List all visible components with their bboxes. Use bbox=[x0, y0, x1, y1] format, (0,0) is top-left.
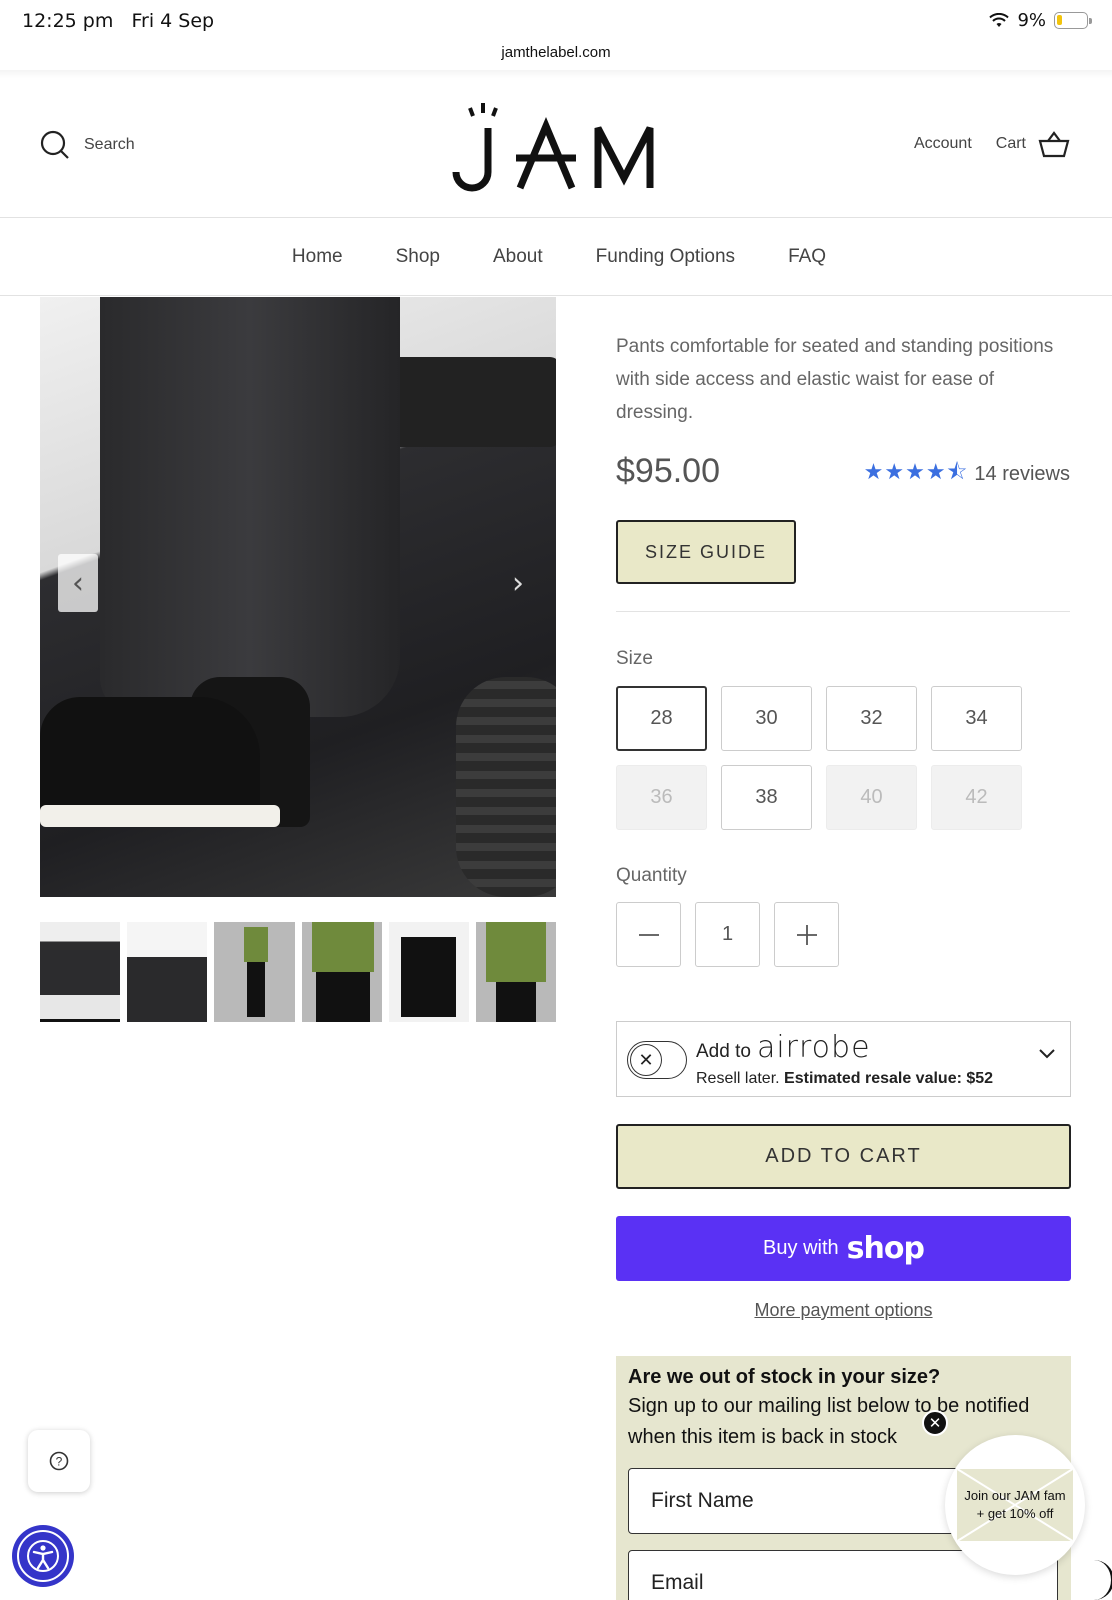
size-option-30[interactable]: 30 bbox=[721, 686, 812, 751]
airrobe-widget[interactable]: ✕ Add to airrobe Resell later. Estimated… bbox=[616, 1021, 1071, 1097]
size-options: 28 30 32 34 36 38 40 42 bbox=[616, 686, 1022, 830]
thumbnail-1[interactable] bbox=[40, 922, 121, 1022]
status-bar: 12:25 pm Fri 4 Sep 9% bbox=[0, 0, 1112, 44]
thumbnail-3[interactable] bbox=[214, 922, 295, 1022]
account-link[interactable]: Account bbox=[914, 135, 972, 153]
buy-with-shop-button[interactable]: Buy with shop bbox=[616, 1216, 1071, 1281]
shop-pay-logo: shop bbox=[846, 1231, 925, 1266]
loading-spinner-icon bbox=[1074, 1560, 1112, 1600]
nav-item-funding-options[interactable]: Funding Options bbox=[596, 246, 735, 268]
size-option-36[interactable]: 36 bbox=[616, 765, 707, 830]
quantity-label: Quantity bbox=[616, 865, 687, 886]
quantity-stepper: 1 bbox=[616, 902, 839, 967]
wifi-icon bbox=[989, 12, 1010, 27]
url-bar[interactable]: jamthelabel.com bbox=[0, 44, 1112, 61]
nav-item-about[interactable]: About bbox=[493, 246, 543, 268]
help-button[interactable]: ? bbox=[28, 1430, 90, 1492]
nav-item-faq[interactable]: FAQ bbox=[788, 246, 826, 268]
minus-icon bbox=[638, 933, 659, 936]
size-guide-button[interactable]: SIZE GUIDE bbox=[616, 520, 796, 584]
svg-text:?: ? bbox=[56, 1455, 63, 1469]
url-bar-divider bbox=[0, 70, 1112, 78]
plus-icon bbox=[796, 924, 817, 945]
divider bbox=[616, 611, 1070, 612]
buy-with-label: Buy with bbox=[763, 1237, 839, 1259]
image-pants bbox=[100, 297, 400, 717]
thumbnail-6[interactable] bbox=[475, 922, 557, 1022]
gallery-next-button[interactable]: › bbox=[498, 554, 538, 612]
size-option-34[interactable]: 34 bbox=[931, 686, 1022, 751]
accessibility-icon bbox=[17, 1530, 69, 1582]
search-label: Search bbox=[84, 136, 135, 153]
search-icon bbox=[40, 130, 69, 159]
add-to-cart-button[interactable]: ADD TO CART bbox=[616, 1124, 1071, 1189]
discount-popup[interactable]: Join our JAM fam + get 10% off bbox=[945, 1435, 1085, 1575]
accessibility-button[interactable] bbox=[12, 1525, 74, 1587]
reviews-summary[interactable]: ★★★★⯪ 14 reviews bbox=[864, 455, 1070, 493]
thumbnail-4[interactable] bbox=[301, 922, 382, 1022]
status-right: 9% bbox=[989, 10, 1092, 31]
quantity-input[interactable]: 1 bbox=[695, 902, 760, 967]
oos-title: Are we out of stock in your size? bbox=[628, 1366, 941, 1388]
gallery-prev-button[interactable]: ‹ bbox=[58, 554, 98, 612]
logo-mark bbox=[452, 103, 654, 192]
main-nav: Home Shop About Funding Options FAQ bbox=[0, 218, 1112, 296]
cart-link[interactable]: Cart bbox=[996, 130, 1070, 158]
close-icon: ✕ bbox=[630, 1044, 662, 1076]
question-icon: ? bbox=[49, 1451, 69, 1471]
search-button[interactable]: Search bbox=[40, 130, 135, 160]
thumbnail-2[interactable] bbox=[127, 922, 208, 1022]
quantity-increase-button[interactable] bbox=[774, 902, 839, 967]
battery-percent: 9% bbox=[1017, 10, 1046, 31]
nav-item-home[interactable]: Home bbox=[292, 246, 343, 268]
thumbnail-5[interactable] bbox=[388, 922, 469, 1022]
thumbnail-strip bbox=[40, 922, 557, 1022]
size-option-28[interactable]: 28 bbox=[616, 686, 707, 751]
size-option-40[interactable]: 40 bbox=[826, 765, 917, 830]
airrobe-title: Add to airrobe bbox=[696, 1030, 871, 1065]
reviews-count: 14 reviews bbox=[974, 462, 1070, 485]
logo[interactable] bbox=[450, 100, 662, 196]
airrobe-subtitle: Resell later. Estimated resale value: $5… bbox=[696, 1070, 994, 1087]
chevron-down-icon[interactable] bbox=[1038, 1048, 1056, 1060]
popup-close-button[interactable]: ✕ bbox=[922, 1410, 948, 1436]
size-option-38[interactable]: 38 bbox=[721, 765, 812, 830]
airrobe-toggle[interactable]: ✕ bbox=[627, 1041, 687, 1079]
quantity-decrease-button[interactable] bbox=[616, 902, 681, 967]
image-wheel bbox=[456, 677, 556, 897]
nav-item-shop[interactable]: Shop bbox=[396, 246, 440, 268]
cart-label: Cart bbox=[995, 135, 1026, 152]
size-label: Size bbox=[616, 648, 653, 669]
airrobe-logo: airrobe bbox=[756, 1030, 871, 1065]
size-option-42[interactable]: 42 bbox=[931, 765, 1022, 830]
battery-icon bbox=[1054, 12, 1092, 29]
product-main-image[interactable]: ‹ › bbox=[40, 297, 556, 897]
product-price: $95.00 bbox=[616, 452, 720, 490]
star-rating-icon: ★★★★⯪ bbox=[863, 460, 969, 485]
more-payment-options-link[interactable]: More payment options bbox=[616, 1300, 1071, 1321]
product-description: Pants comfortable for seated and standin… bbox=[616, 336, 1054, 423]
site-header: Search Account Cart bbox=[0, 78, 1112, 218]
basket-icon bbox=[1038, 131, 1070, 158]
status-time: 12:25 pm Fri 4 Sep bbox=[22, 10, 215, 32]
size-option-32[interactable]: 32 bbox=[826, 686, 917, 751]
popup-text: Join our JAM fam + get 10% off bbox=[964, 1488, 1066, 1521]
image-shoe-front bbox=[40, 697, 280, 827]
header-actions: Account Cart bbox=[914, 130, 1070, 158]
